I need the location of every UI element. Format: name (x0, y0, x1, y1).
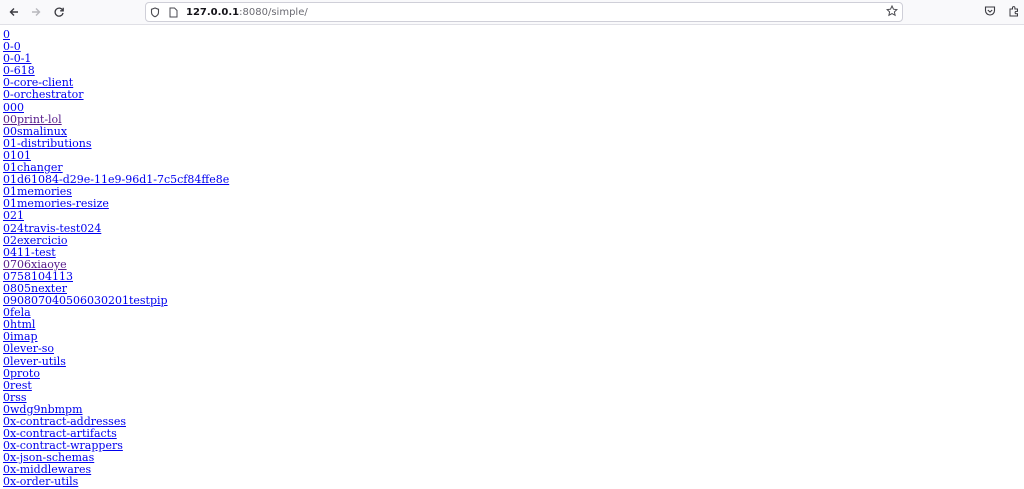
url-bar[interactable]: 127.0.0.1:8080/simple/ (145, 2, 903, 22)
package-link[interactable]: 021 (3, 210, 1024, 222)
package-link[interactable]: 01d61084-d29e-11e9-96d1-7c5cf84ffe8e (3, 174, 1024, 186)
package-link[interactable]: 024travis-test024 (3, 222, 1024, 235)
back-arrow-icon[interactable] (3, 1, 25, 23)
browser-toolbar: 127.0.0.1:8080/simple/ (0, 0, 1024, 25)
package-list: 0 0-0 0-0-1 0-618 0-core-client 0-orchestrato… (0, 25, 1024, 489)
reload-icon[interactable] (48, 1, 70, 23)
package-link[interactable]: 01memories-resize (3, 198, 1024, 210)
package-link[interactable]: 0x-contract-addresses (3, 415, 1024, 428)
shield-icon[interactable] (146, 6, 164, 18)
package-link[interactable]: 000 (3, 101, 1024, 114)
package-link[interactable]: 01memories (3, 186, 1024, 198)
page-icon[interactable] (164, 7, 182, 18)
package-link[interactable]: 02exercicio (3, 234, 1024, 247)
url-path: :8080/simple/ (239, 6, 308, 18)
package-link[interactable]: 0-core-client (3, 77, 1024, 89)
forward-arrow-icon[interactable] (25, 1, 47, 23)
package-link[interactable]: 0-0-1 (3, 53, 1024, 65)
package-link[interactable]: 0lever-utils (3, 355, 1024, 368)
package-link[interactable]: 0rest (3, 379, 1024, 392)
package-link[interactable]: 0-618 (3, 65, 1024, 77)
package-link[interactable]: 00smalinux (3, 125, 1024, 138)
package-link[interactable]: 0rss (3, 391, 1024, 404)
star-icon[interactable] (885, 4, 899, 20)
package-link[interactable]: 0x-contract-wrappers (3, 440, 1024, 452)
package-link[interactable]: 0x-json-schemas (3, 452, 1024, 464)
package-link[interactable]: 0wdg9nbmpm (3, 403, 1024, 416)
package-link[interactable]: 090807040506030201testpip (3, 294, 1024, 307)
package-link[interactable]: 0x-contract-artifacts (3, 427, 1024, 440)
url-text[interactable]: 127.0.0.1:8080/simple/ (186, 7, 308, 18)
package-link[interactable]: 0-0 (3, 40, 1024, 53)
package-link[interactable]: 0imap (3, 331, 1024, 343)
package-link[interactable]: 0proto (3, 367, 1024, 380)
package-link[interactable]: 0fela (3, 307, 1024, 319)
extensions-icon[interactable] (1006, 3, 1022, 19)
package-link[interactable]: 0lever-so (3, 343, 1024, 355)
package-link[interactable]: 0411-test (3, 246, 1024, 259)
package-link[interactable]: 0x-middlewares (3, 464, 1024, 476)
package-link[interactable]: 0-orchestrator (3, 89, 1024, 101)
package-link[interactable]: 0706xiaoye (3, 258, 1024, 271)
url-host: 127.0.0.1 (186, 6, 240, 18)
pocket-icon[interactable] (982, 3, 998, 19)
package-link[interactable]: 01-distributions (3, 137, 1024, 150)
package-link[interactable]: 0758104113 (3, 270, 1024, 283)
package-link[interactable]: 0html (3, 319, 1024, 331)
package-link[interactable]: 00print-lol (3, 113, 1024, 126)
package-link[interactable]: 0 (3, 28, 1024, 41)
package-link[interactable]: 0101 (3, 149, 1024, 162)
